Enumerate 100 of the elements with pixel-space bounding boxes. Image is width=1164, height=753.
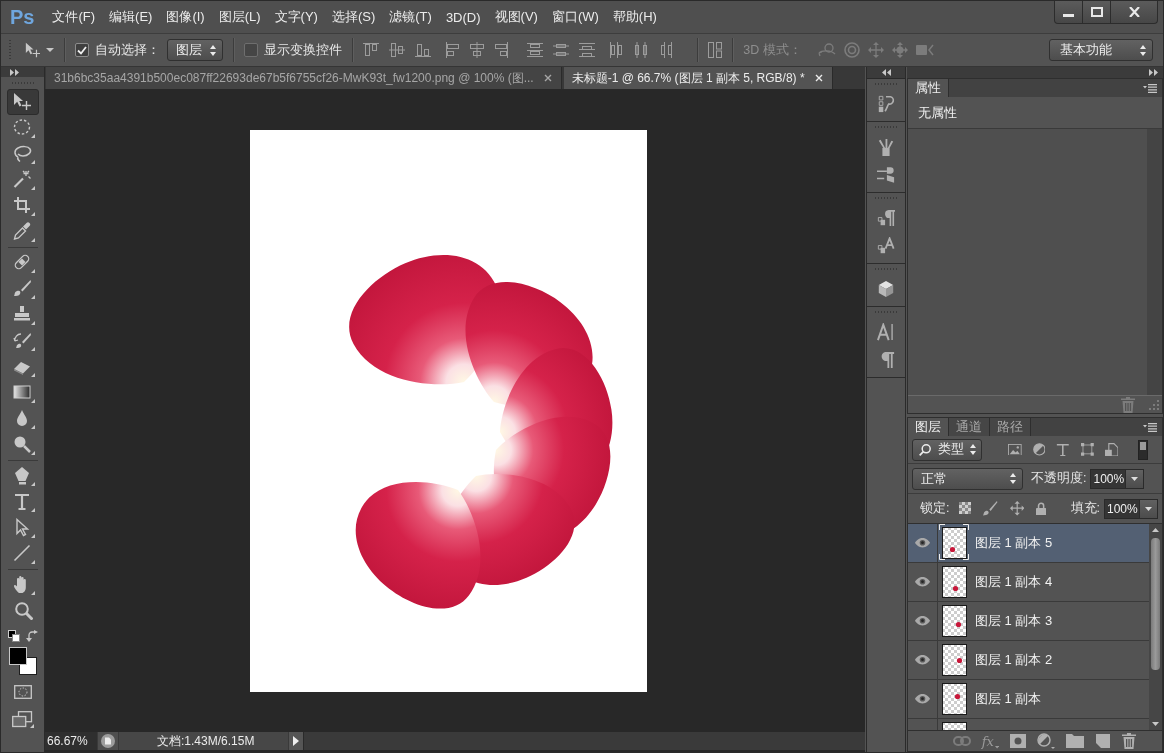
menu-item[interactable]: 3D(D) [438, 6, 488, 28]
padlock-icon[interactable] [1036, 501, 1047, 516]
panel-tab[interactable]: 通道 [949, 418, 990, 436]
panel-tab[interactable]: 图层 [908, 418, 949, 436]
panel-menu-icon[interactable] [1143, 422, 1157, 432]
filter-dropdown[interactable]: 类型 [912, 438, 982, 461]
history-icon[interactable] [877, 95, 895, 113]
document-tab[interactable]: 未标题-1 @ 66.7% (图层 1 副本 5, RGB/8) * [563, 67, 833, 89]
close-icon[interactable] [543, 74, 552, 82]
menu-item[interactable]: 文字(Y) [267, 5, 325, 29]
blend-mode-dropdown[interactable]: 正常 [912, 467, 1023, 490]
transform-controls-checkbox[interactable] [244, 43, 259, 57]
maximize-button[interactable] [1083, 1, 1111, 24]
align-center-icon[interactable] [470, 42, 485, 58]
menu-item[interactable]: 图像(I) [159, 5, 212, 29]
cube-icon[interactable] [877, 280, 895, 298]
image-icon[interactable] [1008, 443, 1022, 456]
menu-item[interactable]: 文件(F) [45, 5, 103, 29]
scroll-down-arrow-icon[interactable] [1152, 722, 1159, 726]
trash-icon[interactable] [1122, 733, 1136, 749]
expand-icon[interactable] [1149, 69, 1158, 76]
menu-item[interactable]: 视图(V) [487, 5, 545, 29]
menu-item[interactable]: 图层(L) [211, 5, 268, 29]
expand-icon[interactable] [10, 68, 19, 76]
workspace-dropdown[interactable]: 基本功能 [1049, 39, 1153, 61]
distribute-top-icon[interactable] [527, 43, 544, 57]
layer-row[interactable]: 图层 1 副本 [908, 680, 1149, 719]
default-colors-icon[interactable] [7, 630, 20, 642]
character-styles-icon[interactable] [877, 237, 895, 255]
swap-arrow-icon[interactable] [25, 630, 38, 642]
menu-item[interactable]: 编辑(E) [102, 5, 160, 29]
move-arrows-icon[interactable] [1009, 501, 1025, 516]
eye-icon[interactable] [915, 616, 930, 626]
character-icon[interactable] [877, 323, 895, 341]
mask-icon[interactable] [1010, 734, 1026, 748]
distribute-center-icon[interactable] [634, 42, 649, 58]
type-icon[interactable] [1056, 442, 1070, 457]
distribute-left-icon[interactable] [610, 42, 625, 58]
status-button[interactable] [98, 732, 118, 750]
brush-icon[interactable] [983, 501, 998, 516]
brush-settings-icon[interactable] [877, 166, 895, 184]
panel-tab[interactable]: 路径 [990, 418, 1031, 436]
scrollbar-thumb[interactable] [1151, 538, 1160, 670]
menu-item[interactable]: 窗口(W) [544, 5, 606, 29]
distribute-bottom-icon[interactable] [579, 43, 596, 57]
auto-select-dropdown[interactable]: 图层 [167, 39, 224, 61]
minimize-button[interactable] [1054, 1, 1083, 24]
auto-align-icon[interactable] [708, 42, 723, 58]
align-top-icon[interactable] [363, 43, 380, 57]
page-square-icon[interactable] [1104, 442, 1119, 457]
auto-select-checkbox[interactable] [75, 43, 90, 57]
align-middle-icon[interactable] [389, 43, 406, 57]
layer-row[interactable]: 图层 1 副本 2 [908, 641, 1149, 680]
zoom-field[interactable]: 66.67% [45, 732, 97, 750]
checkerboard-icon[interactable] [959, 502, 972, 515]
collapse-icon[interactable] [881, 69, 891, 76]
foreground-swatch-icon[interactable] [8, 647, 27, 665]
status-menu-button[interactable] [289, 732, 303, 750]
brushes-icon[interactable] [877, 138, 895, 156]
eye-icon[interactable] [915, 655, 930, 665]
move-icon[interactable] [25, 42, 41, 58]
panel-menu-icon[interactable] [1143, 83, 1157, 93]
layer-thumbnail[interactable] [939, 524, 969, 563]
half-circle-icon[interactable] [1032, 443, 1046, 456]
adjustment-icon[interactable] [1037, 733, 1055, 749]
menu-item[interactable]: 选择(S) [324, 5, 383, 29]
scroll-up-arrow-icon[interactable] [1152, 528, 1159, 532]
panel-tab[interactable]: 属性 [908, 79, 949, 97]
layer-row[interactable]: 图层 1 副本 5 [908, 524, 1149, 563]
close-button[interactable] [1111, 1, 1158, 24]
scrollbar-track[interactable] [1149, 524, 1162, 730]
eye-icon[interactable] [915, 538, 930, 548]
fill-field[interactable]: 100% [1104, 498, 1140, 519]
layer-row[interactable]: 图层 1 副本 3 [908, 602, 1149, 641]
align-bottom-icon[interactable] [415, 43, 432, 57]
distribute-right-icon[interactable] [658, 42, 673, 58]
new-layer-icon[interactable] [1095, 733, 1111, 749]
screen-mode-icon[interactable] [11, 711, 34, 728]
opacity-dropdown-button[interactable] [1126, 468, 1145, 489]
filter-switch[interactable] [1138, 439, 1148, 460]
quick-mask-icon[interactable] [13, 685, 32, 699]
eye-icon[interactable] [915, 577, 930, 587]
resize-grip-icon[interactable] [1149, 399, 1159, 410]
align-left-icon[interactable] [446, 42, 461, 58]
fill-dropdown-button[interactable] [1140, 498, 1158, 519]
scrollbar-track[interactable] [1147, 129, 1162, 395]
menu-item[interactable]: 帮助(H) [605, 5, 664, 29]
menu-item[interactable]: 滤镜(T) [382, 5, 439, 29]
four-arrows-dot-icon[interactable] [891, 42, 908, 58]
caret-icon[interactable] [46, 48, 55, 52]
distribute-middle-icon[interactable] [553, 43, 570, 57]
opacity-field[interactable]: 100% [1090, 468, 1127, 489]
eye-icon[interactable] [915, 694, 930, 704]
paragraph-styles-icon[interactable] [877, 209, 895, 227]
transform-icon[interactable] [1081, 443, 1094, 456]
move-tool[interactable] [6, 89, 39, 115]
layer-row[interactable]: 图层 1 副本 4 [908, 563, 1149, 602]
document-tab[interactable]: 31b6bc35aa4391b500ec087ff22693de67b5f6755cf26-MwK93t_fw1200.png @ 100% (图... [46, 67, 562, 89]
layer-thumbnail[interactable] [939, 719, 969, 730]
folder-icon[interactable] [1066, 734, 1084, 748]
